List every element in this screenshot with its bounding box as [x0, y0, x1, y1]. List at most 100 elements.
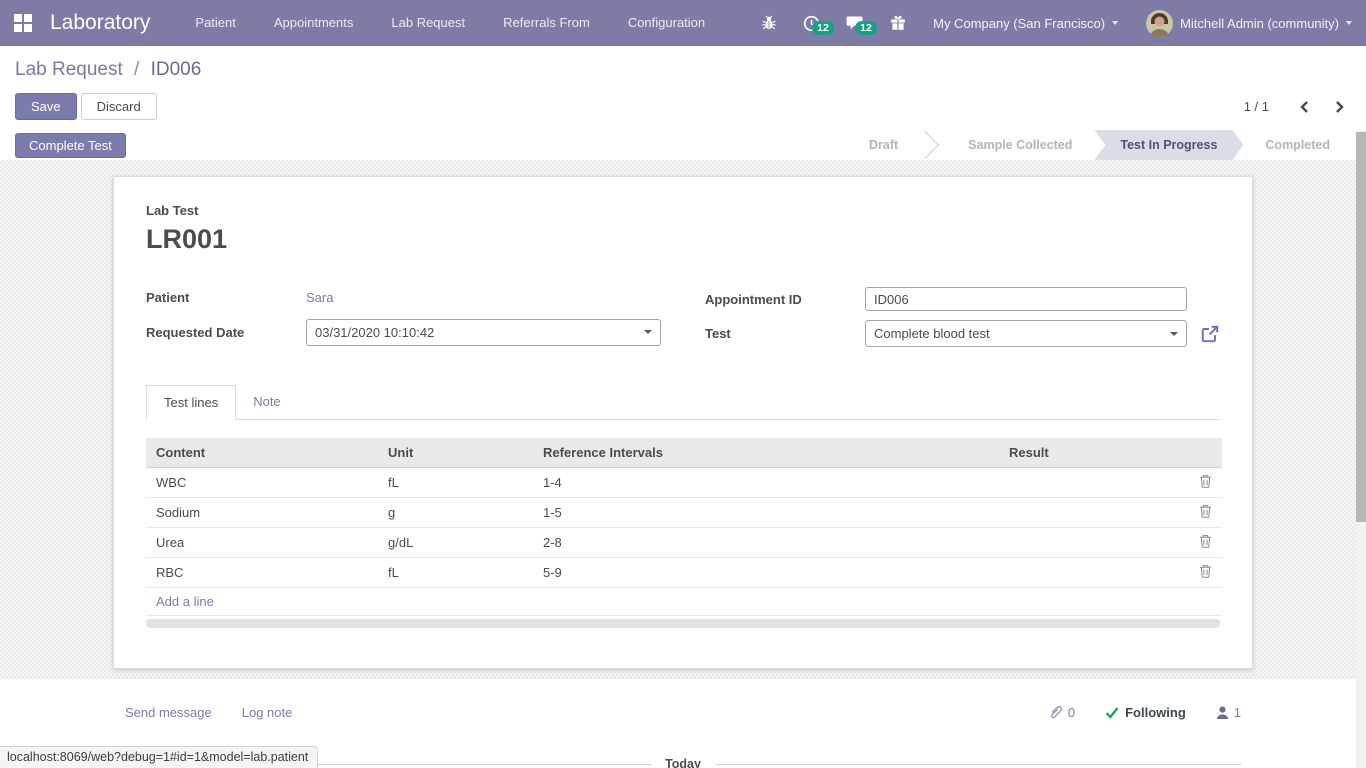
breadcrumb-lab-request[interactable]: Lab Request	[15, 59, 123, 80]
person-icon	[1216, 706, 1229, 719]
column-header-unit[interactable]: Unit	[378, 438, 533, 468]
control-panel: Lab Request / ID006 Save Discard 1 / 1	[0, 46, 1366, 130]
apps-menu-button[interactable]	[0, 0, 46, 46]
stage-test-in-progress[interactable]: Test In Progress	[1094, 130, 1243, 160]
pager-next-button[interactable]	[1329, 100, 1351, 114]
appointment-id-field-wrap	[865, 287, 1187, 311]
following-button[interactable]: Following	[1105, 705, 1186, 720]
cell-result[interactable]	[999, 528, 1189, 558]
stage-completed[interactable]: Completed	[1243, 130, 1352, 160]
sheet-title-label: Lab Test	[146, 203, 1220, 218]
external-link-icon	[1200, 324, 1220, 344]
table-row[interactable]: RBC fL 5-9	[146, 558, 1222, 588]
company-switcher[interactable]: My Company (San Francisco)	[919, 0, 1132, 46]
user-name: Mitchell Admin (community)	[1180, 16, 1339, 31]
form-statusbar-row: Complete Test Draft Sample Collected Tes…	[0, 130, 1366, 160]
menu-appointments[interactable]: Appointments	[255, 0, 373, 46]
table-row[interactable]: Urea g/dL 2-8	[146, 528, 1222, 558]
table-row[interactable]: WBC fL 1-4	[146, 468, 1222, 498]
app-window: Laboratory Patient Appointments Lab Requ…	[0, 0, 1366, 768]
control-panel-buttons: Save Discard 1 / 1	[15, 93, 1351, 120]
requested-date-input[interactable]	[306, 319, 661, 346]
attachments-button[interactable]: 0	[1048, 705, 1075, 720]
chatter-topbar: Send message Log note 0 Following	[125, 705, 1241, 720]
field-group-left: Patient Sara Requested Date	[146, 287, 661, 347]
complete-test-button[interactable]: Complete Test	[15, 133, 126, 158]
delete-row-button[interactable]	[1189, 528, 1222, 558]
activities-button[interactable]: 12	[790, 15, 833, 32]
cell-content[interactable]: Urea	[146, 528, 378, 558]
cell-reference[interactable]: 1-5	[533, 498, 999, 528]
cell-content[interactable]: Sodium	[146, 498, 378, 528]
form-view-background: Lab Test LR001 Patient Sara Requested Da…	[0, 160, 1366, 679]
scrollbar-thumb[interactable]	[1356, 132, 1366, 522]
requested-date-field-wrap	[306, 319, 661, 346]
check-icon	[1105, 706, 1119, 719]
gift-button[interactable]	[877, 15, 919, 31]
stage-draft[interactable]: Draft	[847, 130, 920, 160]
cell-content[interactable]: RBC	[146, 558, 378, 588]
tab-test-lines[interactable]: Test lines	[146, 385, 236, 420]
open-record-button[interactable]	[1200, 324, 1220, 344]
cell-result[interactable]	[999, 498, 1189, 528]
column-header-reference-intervals[interactable]: Reference Intervals	[533, 438, 999, 468]
trash-icon	[1199, 504, 1212, 518]
app-title[interactable]: Laboratory	[50, 11, 150, 35]
paperclip-icon	[1048, 705, 1063, 720]
systray: 12 12 My Company (San Francisco)	[748, 0, 1366, 46]
delete-row-button[interactable]	[1189, 468, 1222, 498]
cell-result[interactable]	[999, 558, 1189, 588]
debug-bug-icon[interactable]	[748, 15, 790, 31]
chevron-right-icon	[1335, 100, 1345, 114]
delete-row-button[interactable]	[1189, 498, 1222, 528]
cell-reference[interactable]: 1-4	[533, 468, 999, 498]
appointment-id-input[interactable]	[865, 287, 1187, 311]
follower-count: 1	[1234, 705, 1241, 720]
tab-note[interactable]: Note	[236, 385, 297, 419]
cell-content[interactable]: WBC	[146, 468, 378, 498]
activity-count-badge: 12	[812, 21, 834, 35]
patient-value-link[interactable]: Sara	[306, 290, 333, 305]
add-a-line-link[interactable]: Add a line	[156, 594, 214, 609]
cell-unit[interactable]: fL	[378, 468, 533, 498]
stage-sample-collected[interactable]: Sample Collected	[946, 130, 1094, 160]
menu-lab-request[interactable]: Lab Request	[372, 0, 484, 46]
menu-referrals-from[interactable]: Referrals From	[484, 0, 609, 46]
cell-reference[interactable]: 5-9	[533, 558, 999, 588]
cell-reference[interactable]: 2-8	[533, 528, 999, 558]
column-header-content[interactable]: Content	[146, 438, 378, 468]
requested-date-label: Requested Date	[146, 325, 306, 340]
pager-previous-button[interactable]	[1293, 100, 1315, 114]
test-select[interactable]	[865, 320, 1187, 347]
table-row[interactable]: Sodium g 1-5	[146, 498, 1222, 528]
cell-result[interactable]	[999, 468, 1189, 498]
discard-button[interactable]: Discard	[81, 93, 157, 120]
cell-unit[interactable]: fL	[378, 558, 533, 588]
log-note-button[interactable]: Log note	[242, 705, 293, 720]
column-header-result[interactable]: Result	[999, 438, 1189, 468]
cell-unit[interactable]: g	[378, 498, 533, 528]
send-message-button[interactable]: Send message	[125, 705, 212, 720]
trash-icon	[1199, 534, 1212, 548]
followers-button[interactable]: 1	[1216, 705, 1241, 720]
messages-button[interactable]: 12	[833, 15, 877, 31]
record-name: LR001	[146, 224, 1220, 255]
column-header-actions	[1189, 438, 1222, 468]
field-group-right: Appointment ID Test	[705, 287, 1220, 347]
chevron-left-icon	[1299, 100, 1309, 114]
apps-grid-icon	[14, 14, 32, 32]
table-horizontal-scrollbar[interactable]	[146, 619, 1220, 628]
company-name: My Company (San Francisco)	[933, 16, 1105, 31]
stage-arrow-icon	[920, 130, 946, 160]
test-label: Test	[705, 326, 865, 341]
delete-row-button[interactable]	[1189, 558, 1222, 588]
message-count-badge: 12	[855, 21, 877, 35]
user-menu[interactable]: Mitchell Admin (community)	[1132, 0, 1366, 46]
save-button[interactable]: Save	[15, 93, 77, 120]
vertical-scrollbar[interactable]	[1356, 131, 1366, 768]
cell-unit[interactable]: g/dL	[378, 528, 533, 558]
menu-configuration[interactable]: Configuration	[609, 0, 724, 46]
menu-patient[interactable]: Patient	[176, 0, 254, 46]
appointment-id-label: Appointment ID	[705, 292, 865, 307]
field-grid: Patient Sara Requested Date Appointment …	[146, 287, 1220, 347]
